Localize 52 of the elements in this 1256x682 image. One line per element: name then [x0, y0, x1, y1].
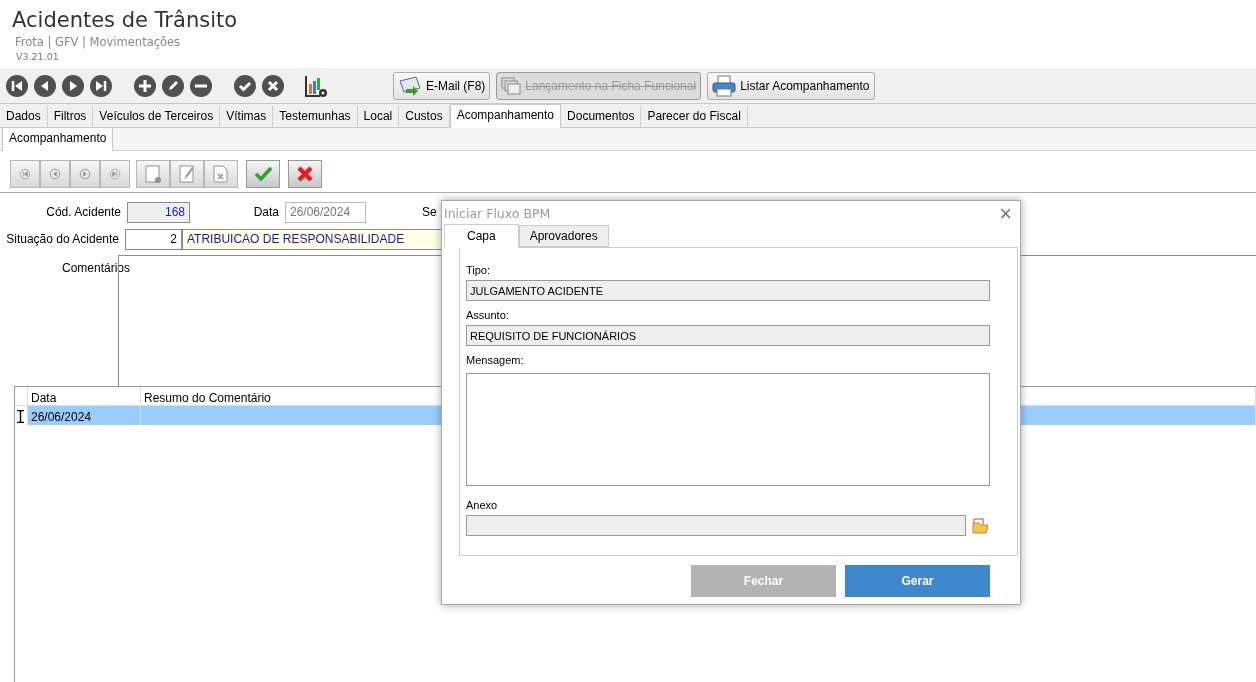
field-label: Data: [252, 204, 280, 221]
file-field[interactable]: [466, 515, 966, 536]
page-title: Acidentes de Trânsito: [12, 7, 239, 34]
check-icon[interactable]: [234, 74, 256, 97]
table-cell[interactable]: 26/06/2024: [28, 406, 141, 425]
dialog-title: Iniciar Fluxo BPM: [444, 204, 551, 223]
close-button[interactable]: ×: [999, 204, 1012, 224]
code-field[interactable]: 168: [127, 201, 190, 223]
message-field[interactable]: [466, 373, 990, 486]
add-icon[interactable]: [134, 74, 156, 97]
field-label: Mensagem:: [466, 354, 525, 367]
email-button[interactable]: E-Mail (F8): [393, 71, 491, 100]
last-icon[interactable]: [90, 74, 112, 97]
tab[interactable]: Capa: [444, 224, 519, 248]
document-gear-icon: [143, 164, 163, 184]
close-icon[interactable]: [262, 74, 284, 97]
envelope-arrow-icon: [398, 74, 422, 97]
tab[interactable]: Acompanhamento: [2, 127, 114, 151]
version-label: V3.21.01: [16, 50, 60, 63]
text-cursor-icon: [17, 410, 24, 424]
field-label: Cód. Acidente: [45, 204, 122, 221]
code-field[interactable]: 2: [125, 228, 182, 250]
folder-icon[interactable]: [972, 517, 990, 534]
next-icon[interactable]: [62, 74, 84, 97]
field-label: Se: [422, 204, 437, 221]
text-field[interactable]: JULGAMENTO ACIDENTE: [466, 280, 990, 301]
text-field[interactable]: REQUISITO DE FUNCIONÁRIOS: [466, 325, 990, 346]
cancel-button[interactable]: [288, 160, 322, 188]
breadcrumb: Frota | GFV | Movimentações: [15, 34, 182, 50]
chart-gear-icon[interactable]: [304, 73, 328, 98]
field-label: Assunto:: [466, 309, 510, 322]
previous-icon[interactable]: [34, 74, 56, 97]
confirm-button[interactable]: [246, 160, 280, 188]
check-icon: [253, 164, 273, 184]
printer-icon: [712, 74, 737, 97]
date-field[interactable]: 26/06/2024: [285, 201, 366, 223]
tab[interactable]: Aprovadores: [518, 225, 609, 247]
close-icon: [295, 164, 315, 184]
field-label: Tipo:: [466, 264, 492, 277]
pencil-icon[interactable]: [162, 74, 184, 97]
field-label: Anexo: [466, 499, 499, 512]
tab[interactable]: Acompanhamento: [449, 104, 562, 128]
minus-icon[interactable]: [190, 74, 212, 97]
field-label: Comentários: [62, 260, 131, 277]
column-header[interactable]: Data: [28, 387, 141, 405]
first-icon[interactable]: [6, 74, 28, 97]
print-button[interactable]: Listar Acompanhamento: [707, 71, 875, 100]
generate-button[interactable]: Gerar: [845, 565, 990, 597]
copy-icon: [501, 76, 522, 95]
field-label: Situação do Acidente: [5, 231, 120, 248]
document-pencil-icon: [177, 164, 197, 184]
document-x-icon: [211, 164, 231, 184]
